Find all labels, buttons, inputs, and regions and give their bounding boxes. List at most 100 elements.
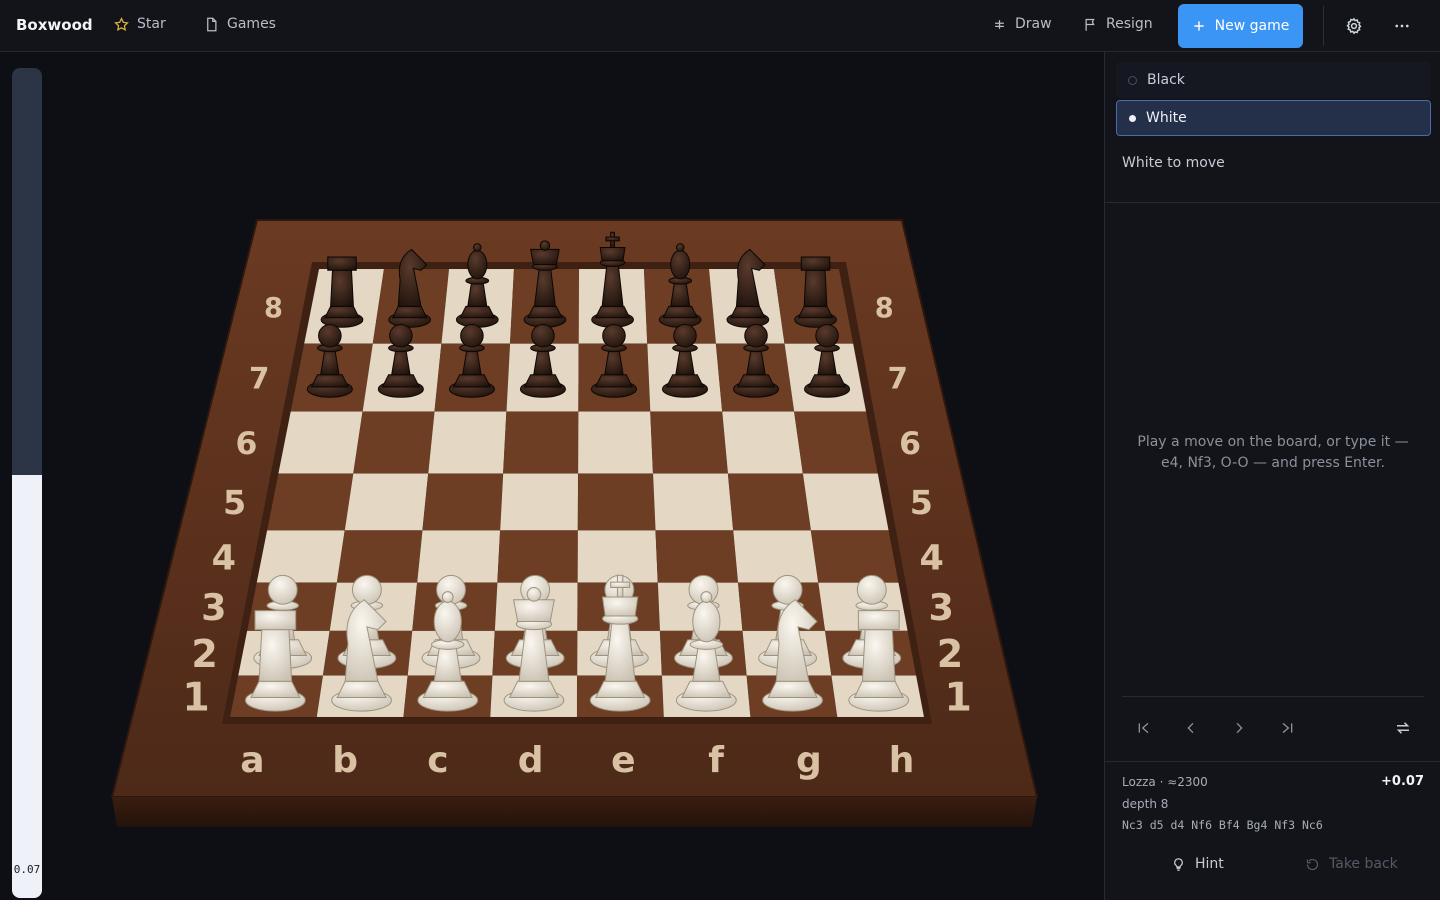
rank-label: 1 (182, 674, 209, 720)
gear-icon (1346, 17, 1362, 35)
skip-back-icon (1138, 722, 1149, 734)
file-label: a (240, 740, 264, 781)
star-icon (114, 16, 129, 31)
eval-white-fill (12, 474, 42, 898)
board-area: 1122334455667788abcdefgh (52, 52, 1104, 900)
rank-label: 8 (264, 293, 283, 324)
square-f5[interactable] (652, 473, 734, 531)
square-b5[interactable] (344, 473, 429, 531)
undo-icon (1306, 858, 1319, 870)
engine-principal-variation: Nc3 d5 d4 Nf6 Bf4 Bg4 Nf3 Nc6 (1122, 818, 1323, 832)
rank-label: 6 (899, 426, 921, 462)
app-brand: Boxwood (16, 16, 93, 34)
rank-label: 1 (944, 674, 971, 720)
new-game-label: New game (1214, 18, 1290, 34)
square-b4[interactable] (336, 530, 423, 583)
radio-icon (1128, 75, 1137, 85)
engine-name: Lozza · ≈2300 (1122, 775, 1208, 789)
board-frame-edge (112, 797, 1037, 827)
file-label: d (518, 740, 544, 781)
square-h4[interactable] (810, 530, 899, 583)
square-b6[interactable] (353, 411, 435, 474)
take-back-button[interactable]: Take back (1305, 856, 1398, 872)
equals-plus-icon (995, 19, 1004, 29)
hint-label: Hint (1195, 856, 1224, 872)
square-e5[interactable] (577, 473, 656, 531)
previous-move-button[interactable] (1179, 716, 1203, 740)
new-game-button[interactable]: New game (1178, 4, 1303, 48)
square-a4[interactable] (256, 530, 346, 583)
square-e6[interactable] (577, 411, 654, 474)
file-label: f (708, 740, 724, 781)
eval-bar: 0.07 (12, 68, 42, 898)
resign-button[interactable]: Resign (1083, 16, 1153, 32)
radio-selected-icon (1129, 114, 1136, 122)
chevron-right-icon (1236, 722, 1243, 734)
games-button[interactable]: Games (204, 16, 276, 32)
file-label: c (427, 740, 448, 781)
star-button[interactable]: Star (114, 16, 166, 32)
square-e4[interactable] (577, 530, 659, 583)
more-button[interactable] (1392, 16, 1412, 36)
rank-label: 4 (212, 538, 236, 578)
square-g5[interactable] (727, 473, 812, 531)
side-panel: Black White White to move Play a move on… (1104, 52, 1440, 900)
rank-label: 8 (875, 293, 894, 324)
draw-label: Draw (1015, 16, 1052, 32)
skip-forward-icon (1282, 722, 1293, 734)
top-bar: Boxwood Star Games Draw Resign New game (0, 0, 1440, 52)
document-icon (207, 17, 217, 31)
more-icon (1395, 24, 1409, 28)
square-g4[interactable] (732, 530, 819, 583)
eval-value: 0.07 (13, 863, 41, 876)
file-label: b (332, 740, 358, 781)
divider (1105, 202, 1440, 203)
rank-label: 2 (191, 632, 217, 676)
first-move-button[interactable] (1132, 716, 1156, 740)
square-f4[interactable] (655, 530, 739, 583)
square-c5[interactable] (422, 473, 504, 531)
rank-label: 7 (888, 362, 908, 396)
divider (1122, 696, 1424, 697)
side-option-label: Black (1147, 72, 1185, 88)
next-move-button[interactable] (1227, 716, 1251, 740)
resign-label: Resign (1106, 16, 1153, 32)
rank-label: 5 (910, 483, 933, 522)
square-d4[interactable] (497, 530, 579, 583)
square-a5[interactable] (266, 473, 354, 531)
square-c4[interactable] (416, 530, 501, 583)
last-move-button[interactable] (1275, 716, 1299, 740)
swap-icon (1396, 722, 1410, 734)
draw-button[interactable]: Draw (992, 16, 1052, 32)
square-d6[interactable] (502, 411, 579, 474)
square-d5[interactable] (499, 473, 579, 531)
square-h6[interactable] (793, 411, 879, 474)
star-label: Star (137, 16, 166, 32)
flag-icon (1085, 18, 1095, 31)
rank-label: 5 (223, 483, 246, 522)
rank-label: 3 (928, 586, 953, 629)
flip-board-button[interactable] (1391, 716, 1415, 740)
square-c6[interactable] (427, 411, 507, 474)
file-label: h (889, 740, 915, 781)
side-option-black[interactable]: Black (1116, 62, 1431, 98)
rank-label: 4 (919, 538, 943, 578)
chess-board[interactable]: 1 12 23 34 45 56 67 78 8a b c d e f g h (52, 52, 1104, 900)
square-f6[interactable] (650, 411, 729, 474)
divider (1105, 761, 1440, 762)
file-label: e (611, 740, 635, 781)
settings-button[interactable] (1344, 16, 1364, 36)
square-a6[interactable] (278, 411, 363, 474)
plus-icon (1193, 21, 1204, 31)
lightbulb-icon (1174, 857, 1183, 871)
hint-button[interactable]: Hint (1171, 856, 1224, 872)
turn-status: White to move (1122, 155, 1225, 171)
games-label: Games (227, 16, 276, 32)
rank-label: 6 (235, 426, 257, 462)
side-option-label: White (1146, 110, 1187, 126)
rank-label: 2 (937, 632, 963, 676)
side-option-white[interactable]: White (1116, 100, 1431, 136)
square-g6[interactable] (721, 411, 804, 474)
chevron-left-icon (1187, 722, 1194, 734)
square-h5[interactable] (802, 473, 889, 531)
